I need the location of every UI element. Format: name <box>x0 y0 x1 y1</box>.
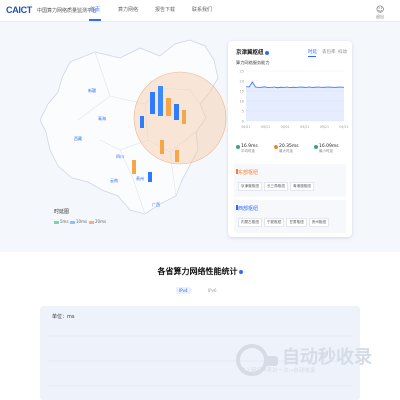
stat-min: 16.09ms 最小时延 <box>314 144 339 154</box>
hub-pillar <box>158 86 163 116</box>
east-hub-latency-zone <box>133 71 227 165</box>
latency-chart: 0 5 10 15 20 25 09/21 09/21 09/21 09/21 09/21 09/21 <box>240 70 348 130</box>
x-tick-label: 09/21 <box>281 125 290 129</box>
x-tick-label: 09/21 <box>320 125 329 129</box>
region-west-title: 西部枢纽 <box>238 206 259 212</box>
stat-max: 20.35ms 最大时延 <box>274 144 299 154</box>
watermark-subtext: 做上链接→来访一次→自动收录 <box>240 368 316 374</box>
legend-item-10ms[interactable]: 10ms <box>70 219 87 224</box>
tab-latency[interactable]: 时延 <box>308 49 317 55</box>
stat-icon <box>236 145 240 149</box>
hub-pillar <box>140 116 144 128</box>
section-title: 各省算力网络性能统计 <box>0 266 400 277</box>
panel-title: 京津冀枢纽 <box>236 48 269 56</box>
hub-pillar <box>175 150 179 162</box>
province-label: 青海 <box>98 115 106 121</box>
nav-home[interactable]: 首页 <box>90 6 100 13</box>
province-label: 贵州 <box>136 175 144 181</box>
site-title: 中国算力网络质量监测平台 <box>37 8 98 14</box>
logout-link[interactable]: 退出 <box>376 14 384 20</box>
series-area <box>246 82 344 121</box>
stat-icon <box>314 145 318 149</box>
nav-contact[interactable]: 联系我们 <box>192 6 212 13</box>
province-label: 新疆 <box>88 87 96 93</box>
hub-detail-panel: 京津冀枢纽 时延 丢包率 抖动 算力网络服务能力 0 5 10 15 20 25 09/21… <box>228 41 352 237</box>
province-label: 四川 <box>116 154 124 159</box>
province-label: 广西 <box>152 201 160 207</box>
top-bar: CAICT 中国算力网络质量监测平台 首页 算力网络 报告下载 联系我们 ☺ 退… <box>0 0 400 22</box>
tab-ipv6[interactable]: IPv6 <box>205 287 220 294</box>
series-line <box>245 81 345 89</box>
hub-chip[interactable]: 长三角枢纽 <box>263 182 288 191</box>
legend-title: 时延图 <box>54 209 70 215</box>
x-tick-label: 09/21 <box>241 125 250 129</box>
x-tick-label: 09/21 <box>300 125 309 129</box>
tab-packet-loss[interactable]: 丢包率 <box>322 49 336 55</box>
hub-pillar <box>148 172 152 182</box>
hub-chip[interactable]: 内蒙古枢纽 <box>238 218 262 227</box>
province-label: 云南 <box>110 177 118 183</box>
x-tick-label: 09/21 <box>261 125 270 129</box>
hub-pillar <box>174 104 179 120</box>
hub-chip[interactable]: 宁夏枢纽 <box>263 218 285 227</box>
hub-pillar <box>132 160 136 174</box>
y-tick-label: 20 <box>240 80 244 84</box>
info-icon[interactable] <box>264 50 269 55</box>
y-tick-label: 25 <box>240 70 244 74</box>
province-label: 西藏 <box>74 135 82 141</box>
legend-swatch <box>89 220 94 224</box>
region-west-chips: 内蒙古枢纽 宁夏枢纽 甘肃枢纽 贵州枢纽 <box>238 218 330 227</box>
hub-pillar <box>160 140 164 154</box>
legend-swatch <box>54 220 59 224</box>
hub-chip[interactable]: 甘肃枢纽 <box>286 218 307 227</box>
unit-label: 单位：ms <box>52 314 75 320</box>
y-tick-label: 0 <box>242 120 244 124</box>
y-tick-label: 5 <box>242 110 244 114</box>
hub-pillar <box>166 98 171 116</box>
y-tick-label: 10 <box>240 100 244 104</box>
x-tick-label: 09/21 <box>339 125 348 129</box>
stat-icon <box>274 145 278 149</box>
logo[interactable]: CAICT <box>6 5 32 15</box>
nav-reports[interactable]: 报告下载 <box>155 6 175 13</box>
hub-pillar <box>182 110 186 124</box>
info-icon[interactable] <box>238 269 243 274</box>
region-east-chips: 京津冀枢纽 长三角枢纽 粤港澳枢纽 <box>238 182 314 191</box>
stat-avg: 16.9ms 平均时延 <box>236 144 258 154</box>
tab-jitter[interactable]: 抖动 <box>338 49 347 55</box>
tab-active-indicator <box>308 56 316 57</box>
legend-item-5ms[interactable]: 5ms <box>54 219 69 224</box>
y-tick-label: 15 <box>240 90 244 94</box>
legend-item-20ms[interactable]: 20ms <box>89 219 106 224</box>
user-icon[interactable]: ☺ <box>376 5 384 14</box>
hub-chip[interactable]: 贵州枢纽 <box>308 218 330 227</box>
nav-network[interactable]: 算力网络 <box>118 6 138 13</box>
nav-active-indicator <box>89 19 101 21</box>
tab-ipv4[interactable]: IPv4 <box>176 287 191 294</box>
legend-swatch <box>70 220 75 224</box>
region-east-title: 东部枢纽 <box>238 170 259 176</box>
hub-pillar <box>150 92 155 114</box>
hub-chip[interactable]: 京津冀枢纽 <box>238 182 262 191</box>
hub-chip[interactable]: 粤港澳枢纽 <box>289 182 314 191</box>
